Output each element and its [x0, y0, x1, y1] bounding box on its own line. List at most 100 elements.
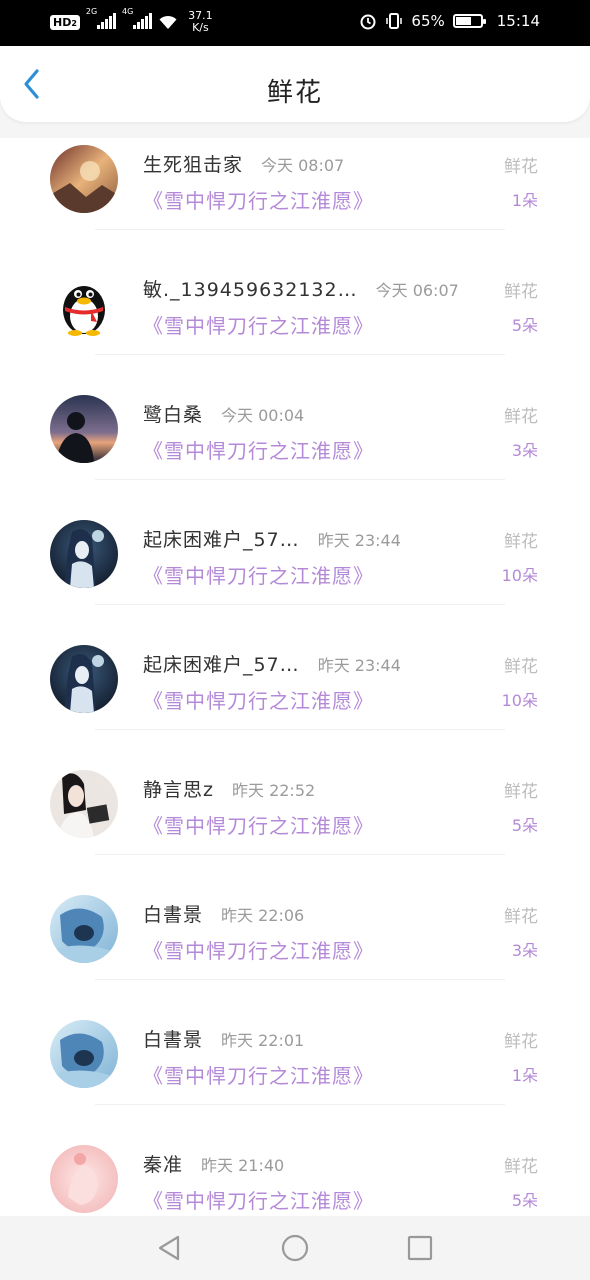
user-name[interactable]: 白書景: [143, 1025, 203, 1052]
user-name[interactable]: 白書景: [143, 900, 203, 927]
list-item[interactable]: 敏._139459632132… 今天 06:07 《雪中悍刀行之江淮愿》 鲜花 5朵: [0, 263, 590, 388]
battery-percent: 65%: [411, 12, 445, 30]
name-line: 鹭白桑 今天 00:04: [143, 400, 304, 426]
list-item[interactable]: 起床困难户_57… 昨天 23:44 《雪中悍刀行之江淮愿》 鲜花 10朵: [0, 513, 590, 638]
book-title-link[interactable]: 《雪中悍刀行之江淮愿》: [143, 310, 374, 339]
square-recents-icon: [407, 1235, 433, 1261]
system-nav-bar: [0, 1216, 590, 1280]
timestamp: 今天 08:07: [261, 156, 345, 175]
timestamp: 昨天 21:40: [201, 1156, 285, 1175]
avatar[interactable]: [50, 145, 118, 213]
signal-icon: 2G: [86, 7, 117, 32]
divider: [95, 354, 505, 355]
hd-sub-label: 2: [71, 18, 77, 28]
gift-type: 鲜花: [504, 907, 538, 927]
user-name[interactable]: 秦准: [143, 1150, 183, 1177]
name-line: 起床困难户_57… 昨天 23:44: [143, 525, 401, 551]
gift-type: 鲜花: [504, 782, 538, 802]
name-line: 静言思z 昨天 22:52: [143, 775, 315, 801]
nav-recents-button[interactable]: [402, 1230, 438, 1266]
divider: [95, 1104, 505, 1105]
book-title-link[interactable]: 《雪中悍刀行之江淮愿》: [143, 685, 374, 714]
circle-home-icon: [281, 1234, 309, 1262]
gift-type: 鲜花: [504, 532, 538, 552]
avatar[interactable]: [50, 1020, 118, 1088]
divider: [95, 479, 505, 480]
divider: [95, 979, 505, 980]
avatar[interactable]: [50, 520, 118, 588]
user-name[interactable]: 起床困难户_57…: [143, 525, 300, 552]
list-item[interactable]: 生死狙击家 今天 08:07 《雪中悍刀行之江淮愿》 鲜花 1朵: [0, 138, 590, 263]
list-item[interactable]: 秦准 昨天 21:40 《雪中悍刀行之江淮愿》 鲜花 5朵: [0, 1138, 590, 1216]
book-title-link[interactable]: 《雪中悍刀行之江淮愿》: [143, 560, 374, 589]
timestamp: 今天 00:04: [221, 406, 305, 425]
name-line: 秦准 昨天 21:40: [143, 1150, 284, 1176]
wifi-icon: [159, 15, 177, 29]
timestamp: 昨天 23:44: [317, 656, 401, 675]
net2-label: 4G: [122, 6, 134, 16]
book-title-link[interactable]: 《雪中悍刀行之江淮愿》: [143, 185, 374, 214]
user-name[interactable]: 静言思z: [143, 775, 214, 802]
list-item[interactable]: 静言思z 昨天 22:52 《雪中悍刀行之江淮愿》 鲜花 5朵: [0, 763, 590, 888]
gift-count: 1朵: [511, 1066, 538, 1085]
gift-count: 5朵: [511, 316, 538, 335]
gift-type: 鲜花: [504, 282, 538, 302]
book-title-link[interactable]: 《雪中悍刀行之江淮愿》: [143, 1185, 374, 1214]
list-item[interactable]: 起床困难户_57… 昨天 23:44 《雪中悍刀行之江淮愿》 鲜花 10朵: [0, 638, 590, 763]
status-left: HD2 2G 4G 37.1 K/s: [50, 6, 213, 34]
gift-type: 鲜花: [504, 1157, 538, 1177]
book-title-link[interactable]: 《雪中悍刀行之江淮愿》: [143, 435, 374, 464]
gift-type: 鲜花: [504, 157, 538, 177]
book-title-link[interactable]: 《雪中悍刀行之江淮愿》: [143, 1060, 374, 1089]
status-right: 65% 15:14: [359, 12, 540, 30]
avatar[interactable]: [50, 645, 118, 713]
gift-count: 5朵: [511, 816, 538, 835]
list-item[interactable]: 鹭白桑 今天 00:04 《雪中悍刀行之江淮愿》 鲜花 3朵: [0, 388, 590, 513]
gift-count: 5朵: [511, 1191, 538, 1210]
list-item[interactable]: 白書景 昨天 22:06 《雪中悍刀行之江淮愿》 鲜花 3朵: [0, 888, 590, 1013]
book-title-link[interactable]: 《雪中悍刀行之江淮愿》: [143, 810, 374, 839]
net-speed: 37.1 K/s: [188, 10, 213, 34]
divider: [95, 604, 505, 605]
name-line: 白書景 昨天 22:06: [143, 900, 304, 926]
alarm-icon: [360, 14, 376, 30]
triangle-back-icon: [158, 1235, 180, 1261]
battery-icon: [452, 14, 486, 28]
timestamp: 昨天 22:01: [221, 1031, 305, 1050]
avatar[interactable]: [50, 770, 118, 838]
user-name[interactable]: 敏._139459632132…: [143, 275, 358, 302]
list-item[interactable]: 白書景 昨天 22:01 《雪中悍刀行之江淮愿》 鲜花 1朵: [0, 1013, 590, 1138]
gift-count: 3朵: [511, 941, 538, 960]
avatar[interactable]: [50, 895, 118, 963]
gift-type: 鲜花: [504, 1032, 538, 1052]
user-name[interactable]: 生死狙击家: [143, 150, 243, 177]
divider: [95, 729, 505, 730]
header-wrap: 鲜花: [0, 46, 590, 138]
status-bar: HD2 2G 4G 37.1 K/s 65% 15:14: [0, 0, 590, 46]
flower-list[interactable]: 生死狙击家 今天 08:07 《雪中悍刀行之江淮愿》 鲜花 1朵 敏._139459632…: [0, 138, 590, 1216]
gift-count: 1朵: [511, 191, 538, 210]
gift-type: 鲜花: [504, 407, 538, 427]
avatar[interactable]: [50, 395, 118, 463]
battery-level: [455, 17, 472, 25]
nav-home-button[interactable]: [277, 1230, 313, 1266]
name-line: 起床困难户_57… 昨天 23:44: [143, 650, 401, 676]
timestamp: 昨天 22:06: [221, 906, 305, 925]
divider: [95, 854, 505, 855]
nav-back-button[interactable]: [151, 1230, 187, 1266]
avatar[interactable]: [50, 1145, 118, 1213]
name-line: 白書景 昨天 22:01: [143, 1025, 304, 1051]
gift-count: 3朵: [511, 441, 538, 460]
user-name[interactable]: 起床困难户_57…: [143, 650, 300, 677]
timestamp: 昨天 23:44: [317, 531, 401, 550]
gift-count: 10朵: [501, 566, 538, 585]
divider: [95, 229, 505, 230]
page-title: 鲜花: [266, 78, 323, 108]
timestamp: 昨天 22:52: [231, 781, 316, 800]
avatar[interactable]: [50, 270, 118, 338]
book-title-link[interactable]: 《雪中悍刀行之江淮愿》: [143, 935, 374, 964]
name-line: 敏._139459632132… 今天 06:07: [143, 275, 459, 301]
timestamp: 今天 06:07: [375, 281, 459, 300]
hd-badge: HD2: [50, 14, 80, 30]
user-name[interactable]: 鹭白桑: [143, 400, 203, 427]
